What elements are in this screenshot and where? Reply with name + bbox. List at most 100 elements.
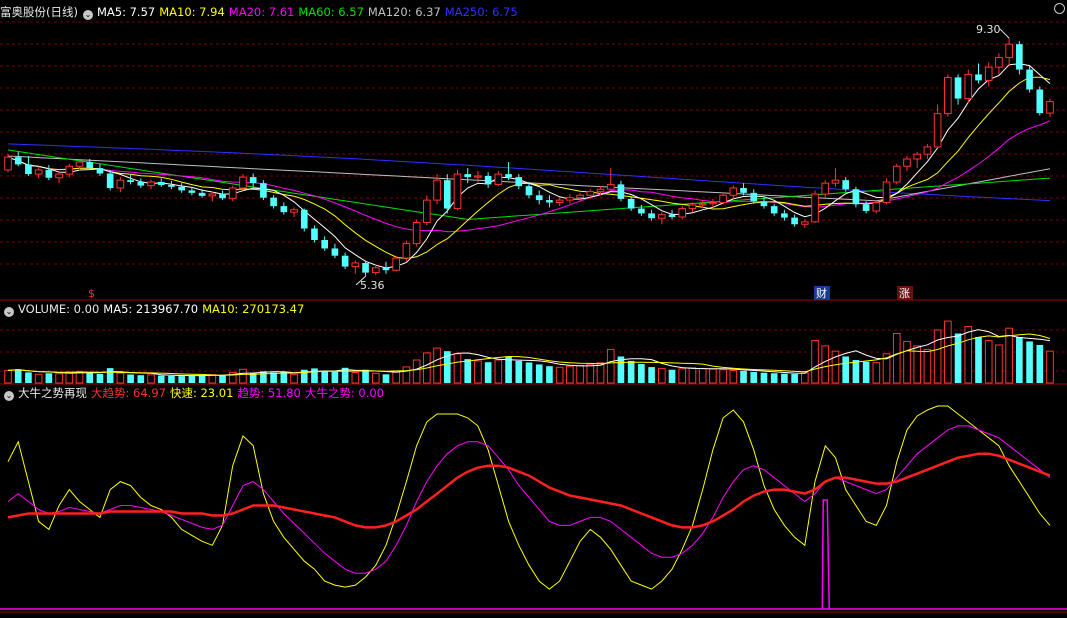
volume-bar-down — [464, 359, 472, 383]
bull-label: 大牛之势: 0.00 — [304, 386, 384, 400]
volume-bar-up — [566, 365, 574, 384]
volume-bar-up — [872, 362, 881, 384]
volume-bar-up — [944, 320, 952, 384]
grid-lines — [0, 21, 1067, 613]
volume-bar-down — [954, 333, 962, 383]
candle-body-down — [648, 213, 655, 219]
candle-body-down — [362, 262, 369, 273]
candle-body-up — [576, 194, 584, 199]
candle-body-down — [638, 208, 645, 214]
volume-bar-down — [25, 372, 32, 383]
volume-bar-down — [96, 373, 104, 383]
volume-bar-down — [45, 373, 53, 383]
candle-body-up — [116, 179, 125, 189]
volume-title: VOLUME: 0.00 — [18, 302, 100, 316]
volume-panel-toggle-icon[interactable]: ⌄ — [4, 307, 14, 317]
volume-bar-up — [903, 340, 911, 384]
volume-bar-up — [116, 372, 125, 384]
ma5-label: MA5: 7.57 — [96, 5, 156, 19]
candle-body-down — [770, 206, 778, 214]
ma120-label: MA120: 6.37 — [367, 5, 441, 19]
volume-bar-down — [505, 356, 512, 383]
candle-body-up — [719, 194, 727, 204]
candle-body-down — [219, 194, 226, 199]
candle-body-down — [464, 174, 472, 178]
volume-bar-down — [1036, 344, 1044, 383]
candle-body-up — [811, 193, 819, 223]
candle-body-down — [443, 180, 451, 209]
candle-body-down — [760, 201, 768, 207]
candle-body-down — [505, 174, 512, 178]
volume-bar-down — [168, 375, 175, 383]
volume-bar-up — [892, 332, 901, 384]
volume-bar-up — [392, 370, 401, 384]
candle-body-up — [586, 191, 595, 196]
candle-body-down — [750, 192, 758, 202]
volume-bar-down — [260, 371, 267, 383]
candle-body-down — [791, 217, 798, 225]
candle-body-up — [933, 113, 942, 148]
volume-bar-down — [484, 362, 492, 383]
candle-body-up — [1046, 101, 1054, 114]
volume-bar-down — [86, 372, 94, 383]
volume-bar-down — [638, 363, 645, 383]
volume-bar-up — [34, 373, 43, 384]
candle-body-up — [729, 187, 738, 196]
ma20-label: MA20: 7.61 — [228, 5, 295, 19]
candle-body-down — [270, 197, 277, 207]
volume-bar-up — [606, 348, 615, 384]
indicator-lines — [0, 405, 1067, 610]
ma60-label: MA60: 6.57 — [298, 5, 364, 19]
candle-body-down — [975, 74, 982, 81]
high-price-label: 9.30 — [976, 23, 1001, 36]
volume-bar-up — [698, 367, 707, 384]
price-panel-toggle-icon[interactable]: ⌄ — [82, 10, 93, 20]
volume-bar-down — [668, 369, 676, 383]
volume-bar-down — [627, 360, 635, 383]
candle-body-up — [147, 181, 155, 187]
candle-body-down — [96, 168, 104, 174]
volume-bar-down — [852, 360, 860, 383]
trend-line — [7, 425, 1051, 574]
volume-header: ⌄ VOLUME: 0.00 MA5: 213967.70 MA10: 270173.… — [0, 301, 308, 317]
candle-body-up — [402, 243, 411, 259]
candle-body-down — [852, 189, 860, 205]
candle-body-up — [34, 169, 43, 175]
candle-body-up — [995, 56, 1003, 68]
candle-body-down — [382, 267, 390, 271]
volume-bar-down — [648, 367, 655, 383]
volume-bar-up — [657, 367, 666, 384]
candle-body-down — [627, 198, 635, 209]
candle-body-down — [515, 177, 523, 187]
indicator-panel-toggle-icon[interactable]: ⌄ — [4, 391, 14, 401]
candle-body-up — [709, 202, 717, 205]
volume-bar-up — [596, 362, 605, 384]
candle-body-down — [260, 183, 267, 198]
limit-up-marker[interactable]: 涨 — [899, 287, 910, 300]
volume-bar-up — [811, 340, 819, 384]
candle-body-up — [239, 176, 247, 189]
candle-body-up — [55, 173, 63, 179]
candle-body-up — [453, 173, 462, 210]
volume-bar-down — [760, 372, 768, 383]
finance-marker[interactable]: 财 — [816, 286, 827, 300]
candle-body-up — [872, 202, 881, 212]
volume-ma10: MA10: 270173.47 — [202, 302, 305, 316]
volume-bar-down — [525, 362, 533, 383]
dividend-marker[interactable]: $ — [88, 287, 95, 300]
low-price-label: 5.36 — [360, 279, 385, 292]
candle-body-up — [433, 179, 441, 201]
candle-body-up — [65, 165, 74, 175]
candle-body-up — [371, 267, 380, 274]
candle-body-up — [882, 181, 891, 204]
volume-bar-up — [55, 373, 63, 384]
volume-bar-down — [311, 368, 318, 383]
candle-body-up — [474, 175, 482, 178]
volume-bar-down — [515, 360, 523, 383]
volume-bar-up — [65, 371, 74, 384]
candle-body-down — [178, 186, 185, 191]
volume-bar-down — [321, 370, 329, 383]
candle-body-up — [801, 221, 809, 225]
candle-body-down — [535, 195, 543, 201]
candle-body-down — [280, 206, 288, 213]
